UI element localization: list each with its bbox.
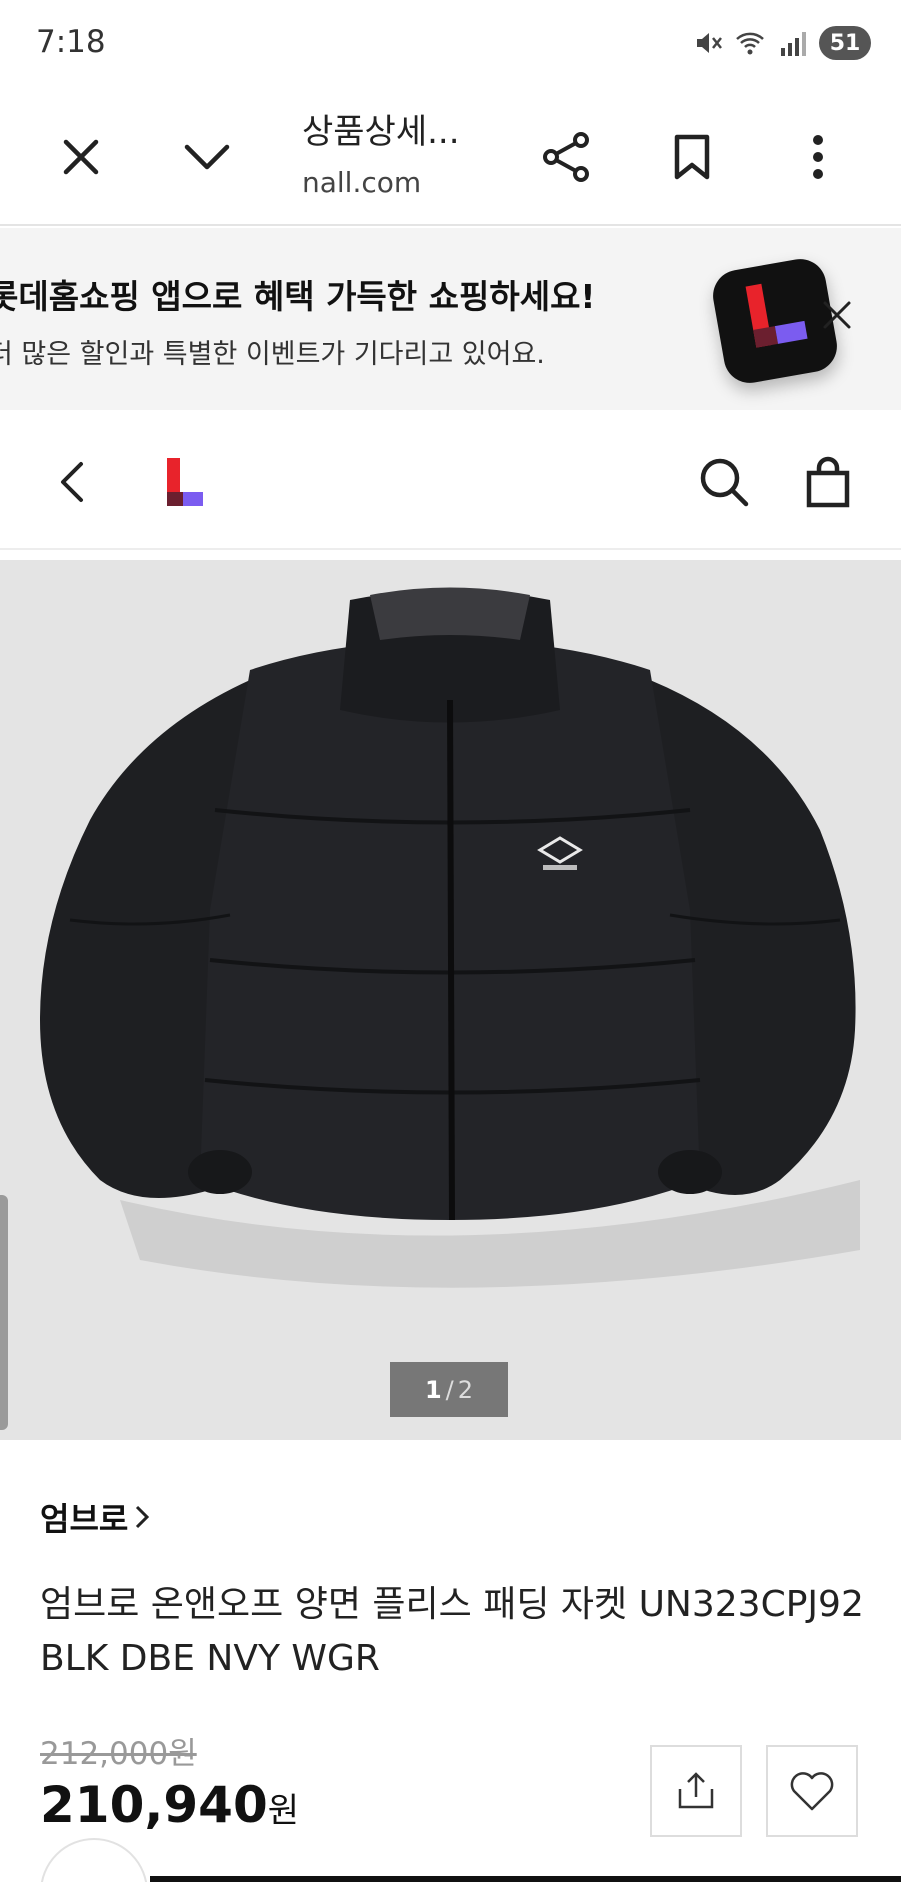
browser-toolbar: 상품상세... nall.com: [0, 86, 901, 226]
product-name: 엄브로 온앤오프 양면 플리스 패딩 자켓 UN323CPJ92 BLK DBE…: [40, 1584, 864, 1679]
status-icons: 51: [693, 26, 871, 60]
close-icon: [823, 301, 851, 329]
banner-close-button[interactable]: [822, 300, 852, 334]
home-logo-link[interactable]: [152, 452, 212, 512]
original-price: 212,000원: [40, 1736, 197, 1772]
back-button[interactable]: [42, 452, 102, 512]
page-url[interactable]: nall.com: [302, 166, 421, 199]
chevron-down-icon: [184, 144, 230, 170]
brand-name: 엄브로: [40, 1500, 129, 1538]
pager-total: 2: [457, 1375, 474, 1404]
sale-price: 210,940 원: [40, 1776, 299, 1834]
more-options-button[interactable]: [783, 122, 853, 192]
sale-price-amount: 210,940: [40, 1776, 268, 1834]
close-icon: [63, 139, 99, 175]
page-title: 상품상세...: [302, 112, 460, 152]
close-tab-button[interactable]: [46, 122, 116, 192]
bookmark-icon: [674, 134, 710, 180]
site-header: [0, 410, 901, 550]
bottom-bar: [150, 1876, 901, 1882]
image-pager: 1 / 2: [390, 1362, 508, 1417]
chevron-right-icon: [136, 1505, 150, 1529]
product-image[interactable]: [0, 560, 901, 1440]
share-button[interactable]: [532, 122, 602, 192]
battery-icon: 51: [819, 26, 871, 60]
signal-icon: [781, 32, 806, 56]
side-handle[interactable]: [0, 1195, 8, 1430]
mute-icon: [697, 33, 722, 53]
shopping-bag-icon: [806, 456, 850, 508]
status-time: 7:18: [36, 24, 106, 60]
minimize-button[interactable]: [172, 122, 242, 192]
brand-link[interactable]: 엄브로: [40, 1494, 150, 1540]
share-product-button[interactable]: [650, 1745, 742, 1837]
pager-separator: /: [445, 1375, 454, 1404]
bookmark-button[interactable]: [657, 122, 727, 192]
jacket-photo: [40, 587, 860, 1288]
wishlist-button[interactable]: [766, 1745, 858, 1837]
status-bar: 7:18 51: [0, 0, 901, 86]
search-icon: [700, 458, 749, 507]
pager-current: 1: [424, 1375, 442, 1404]
lotte-logo-icon: [167, 458, 203, 506]
wifi-icon: [736, 32, 764, 55]
share-icon: [543, 132, 589, 182]
banner-subtitle: 더 많은 할인과 특별한 이벤트가 기다리고 있어요.: [0, 339, 545, 370]
banner-title: 롯데홈쇼핑 앱으로 혜택 가득한 쇼핑하세요!: [0, 277, 596, 316]
more-vertical-icon: [813, 135, 823, 179]
cart-button[interactable]: [798, 452, 858, 512]
back-chevron-icon: [61, 462, 83, 502]
search-button[interactable]: [694, 452, 754, 512]
sale-price-currency: 원: [267, 1791, 300, 1831]
app-download-banner[interactable]: 롯데홈쇼핑 앱으로 혜택 가득한 쇼핑하세요! 더 많은 할인과 특별한 이벤트…: [0, 228, 901, 410]
scroll-top-button[interactable]: [40, 1838, 148, 1882]
share-upload-icon: [678, 1772, 714, 1809]
heart-icon: [790, 1772, 834, 1811]
